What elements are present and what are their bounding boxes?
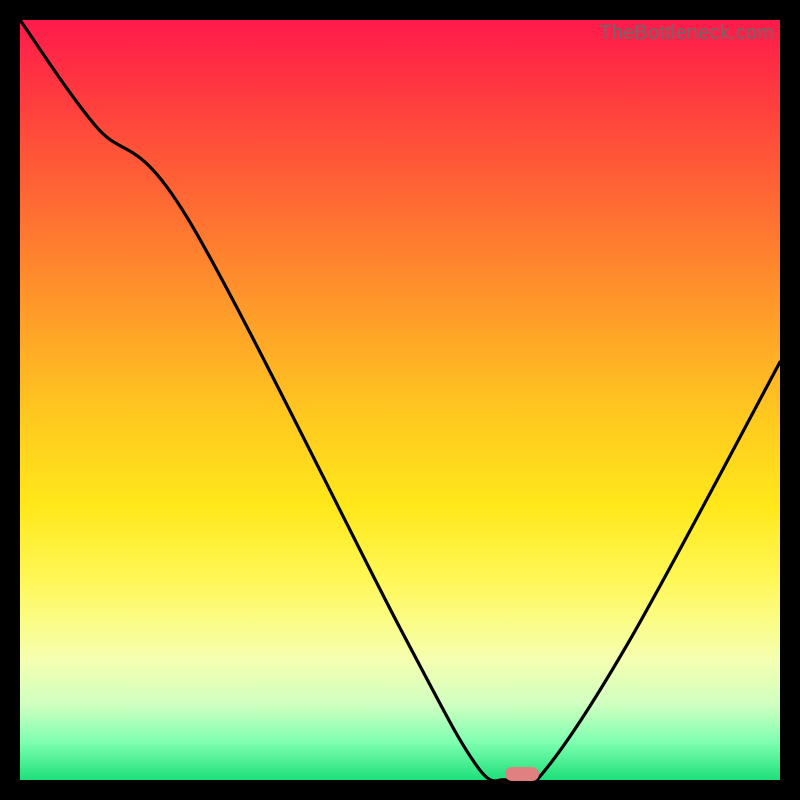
chart-frame: TheBottleneck.com (0, 0, 800, 800)
chart-plot-area: TheBottleneck.com (20, 20, 780, 780)
optimal-point-marker (505, 767, 539, 781)
bottleneck-curve-svg (20, 20, 780, 780)
bottleneck-curve-path (20, 20, 780, 780)
